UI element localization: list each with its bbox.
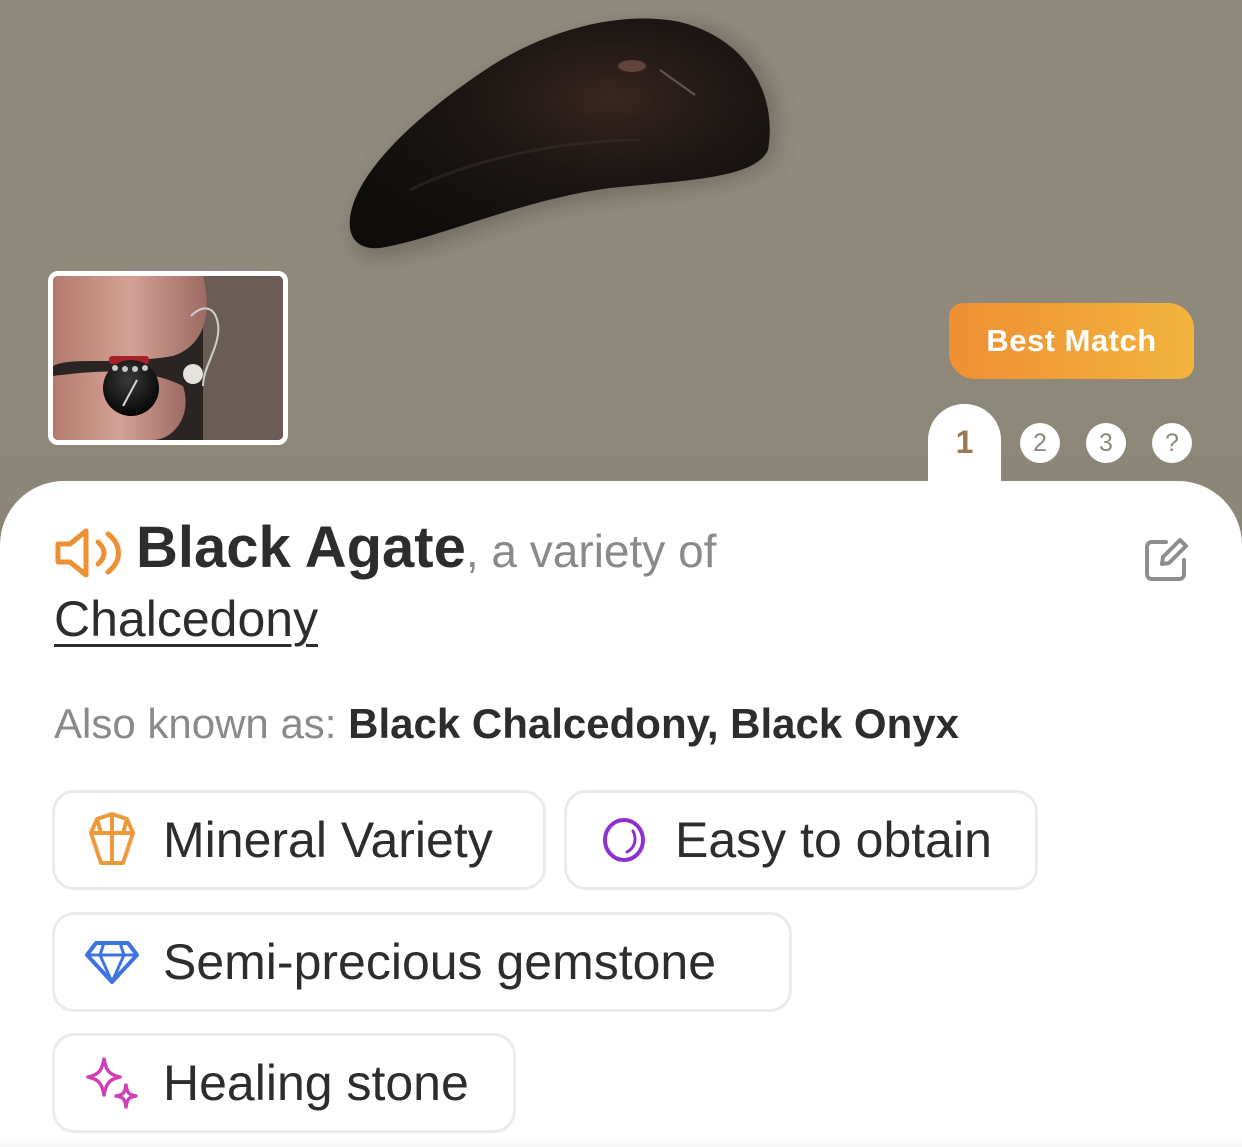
result-title: Black Agate, a variety of bbox=[136, 514, 716, 581]
also-known-as: Also known as: Black Chalcedony, Black O… bbox=[54, 700, 959, 748]
edit-icon[interactable] bbox=[1142, 536, 1190, 584]
result-tab-1[interactable]: 1 bbox=[928, 420, 1001, 464]
result-tab-3[interactable]: 3 bbox=[1086, 423, 1126, 463]
card-bottom-edge bbox=[0, 1137, 1242, 1147]
aka-label: Also known as: bbox=[54, 700, 349, 747]
tag-chip-easy-to-obtain[interactable]: Easy to obtain bbox=[564, 790, 1038, 890]
speaker-icon[interactable] bbox=[54, 527, 124, 579]
tag-label: Semi-precious gemstone bbox=[163, 934, 717, 990]
species-link[interactable]: Chalcedony bbox=[54, 590, 318, 648]
thumbnail-image bbox=[53, 276, 283, 440]
tag-chip-mineral-variety[interactable]: Mineral Variety bbox=[52, 790, 546, 890]
specimen-photo: Best Match bbox=[0, 0, 1242, 560]
result-tab-unknown[interactable]: ? bbox=[1152, 423, 1192, 463]
stone-icon bbox=[595, 811, 653, 869]
identify-result-screen: Best Match 1 2 3 ? Black Agate, a variet… bbox=[0, 0, 1242, 1147]
tag-label: Easy to obtain bbox=[675, 812, 992, 868]
crystal-icon bbox=[83, 811, 141, 869]
tag-chip-semi-precious[interactable]: Semi-precious gemstone bbox=[52, 912, 792, 1012]
best-match-badge: Best Match bbox=[949, 303, 1194, 379]
tag-chip-healing-stone[interactable]: Healing stone bbox=[52, 1033, 516, 1133]
diamond-icon bbox=[83, 933, 141, 991]
tag-label: Mineral Variety bbox=[163, 812, 493, 868]
sparkle-icon bbox=[83, 1054, 141, 1112]
tag-label: Healing stone bbox=[163, 1055, 469, 1111]
variety-text: , a variety of bbox=[465, 525, 717, 577]
user-photo-thumbnail[interactable] bbox=[48, 271, 288, 445]
stone-name: Black Agate bbox=[136, 515, 466, 580]
result-tab-2[interactable]: 2 bbox=[1020, 423, 1060, 463]
aka-value: Black Chalcedony, Black Onyx bbox=[348, 700, 959, 747]
